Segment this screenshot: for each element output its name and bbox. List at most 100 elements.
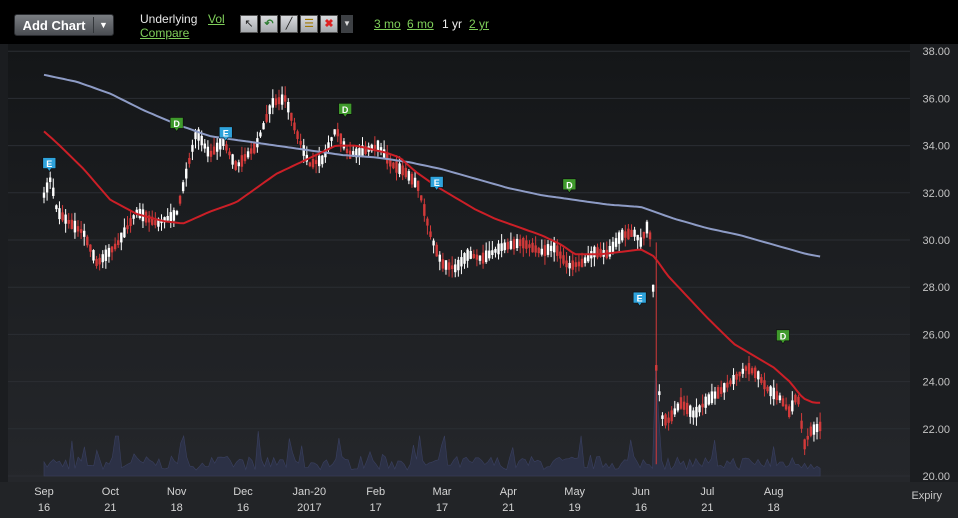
candle-body (438, 254, 441, 262)
candle-body (172, 210, 176, 221)
y-tick-label: 20.00 (922, 471, 950, 483)
candle-body (107, 247, 111, 257)
chart-toolbar: Add Chart ▼ Underlying Vol Compare ↖ ↶ ╱… (0, 0, 958, 44)
candle-body (658, 391, 661, 396)
candle-body (571, 260, 574, 270)
candle-body (593, 246, 596, 258)
candle-body (76, 226, 80, 232)
period-6mo[interactable]: 6 mo (407, 17, 434, 31)
y-tick-label: 26.00 (922, 329, 950, 341)
candle-body (735, 373, 738, 380)
candle-body (45, 182, 49, 193)
candle-body (574, 262, 578, 267)
cursor-icon[interactable]: ↖ (240, 15, 258, 33)
candle-body (676, 403, 680, 411)
candle-body (314, 160, 318, 165)
candle-body (58, 208, 61, 220)
candle-body (175, 211, 179, 215)
marker-label: D (342, 105, 349, 115)
candle-body (435, 244, 438, 257)
candle-body (723, 383, 726, 393)
marker-label: E (637, 294, 643, 304)
period-1yr[interactable]: 1 yr (442, 17, 462, 31)
candle-body (806, 435, 809, 440)
candle-body (738, 371, 741, 377)
add-chart-label: Add Chart (22, 17, 86, 33)
candle-body (682, 401, 686, 410)
vol-link[interactable]: Vol (208, 12, 225, 26)
candle-body (215, 142, 219, 152)
candle-body (194, 132, 197, 140)
expiry-label[interactable]: Expiry (911, 490, 942, 502)
candle-body (624, 231, 627, 238)
candle-body (596, 247, 599, 258)
candle-body (113, 243, 117, 250)
candle-body (611, 241, 615, 253)
x-tick-month: Nov (167, 486, 187, 498)
candle-body (472, 253, 476, 259)
candle-body (277, 97, 281, 105)
candle-body (655, 365, 658, 371)
delete-icon[interactable]: ✖ (320, 15, 338, 33)
candle-body (627, 228, 630, 240)
candle-body (228, 151, 231, 156)
candle-body (633, 229, 636, 237)
candle-body (651, 284, 655, 292)
candle-body (664, 414, 667, 426)
candle-body (287, 101, 290, 113)
line-draw-icon[interactable]: ╱ (280, 15, 298, 33)
candle-body (126, 225, 129, 230)
candle-body (794, 394, 797, 403)
candle-body (101, 254, 104, 263)
period-2yr[interactable]: 2 yr (469, 17, 489, 31)
chevron-down-icon[interactable]: ▼ (94, 20, 113, 30)
candle-body (497, 243, 500, 255)
candle-body (673, 408, 676, 415)
x-tick-month: Sep (34, 486, 54, 498)
candle-body (556, 245, 559, 256)
candle-body (358, 148, 361, 156)
candle-body (642, 232, 646, 239)
marker-label: D (173, 119, 180, 129)
candle-body (392, 162, 395, 169)
x-tick-day: 16 (635, 502, 647, 514)
candle-body (621, 229, 624, 241)
candle-body (166, 215, 169, 221)
candle-body (441, 259, 445, 269)
candle-body (546, 244, 550, 255)
candle-body (48, 177, 52, 183)
candle-body (104, 249, 108, 261)
candle-body (753, 367, 757, 379)
x-tick-day: 16 (237, 502, 249, 514)
candle-body (426, 218, 429, 226)
candle-body (185, 168, 188, 179)
candle-body (766, 386, 769, 392)
candle-body (562, 255, 565, 264)
candle-body (407, 171, 411, 181)
candle-body (280, 94, 284, 105)
candle-body (253, 142, 256, 154)
x-tick-month: Mar (433, 486, 452, 498)
y-tick-label: 24.00 (922, 377, 950, 389)
x-tick-month: Jun (632, 486, 650, 498)
period-3mo[interactable]: 3 mo (374, 17, 401, 31)
undo-icon[interactable]: ↶ (260, 15, 278, 33)
candle-body (818, 421, 822, 432)
add-chart-button[interactable]: Add Chart ▼ (14, 14, 114, 36)
candle-body (73, 220, 77, 233)
candle-body (710, 391, 714, 404)
indicator-icon[interactable]: ☰ (300, 15, 318, 33)
candle-body (70, 219, 74, 230)
price-chart[interactable]: E D E D E D E D 38.00 36.00 34.00 32.00 30.00 28.00 2… (0, 44, 958, 518)
candle-body (648, 232, 652, 240)
candle-body (67, 219, 70, 224)
dropdown-icon[interactable]: ▼ (341, 15, 353, 33)
candle-body (82, 230, 86, 237)
candle-body (86, 236, 89, 246)
candle-body (92, 250, 95, 261)
candle-body (661, 415, 664, 419)
compare-link[interactable]: Compare (140, 26, 189, 40)
candle-body (522, 237, 525, 249)
candle-body (599, 248, 602, 257)
candle-body (577, 261, 581, 267)
